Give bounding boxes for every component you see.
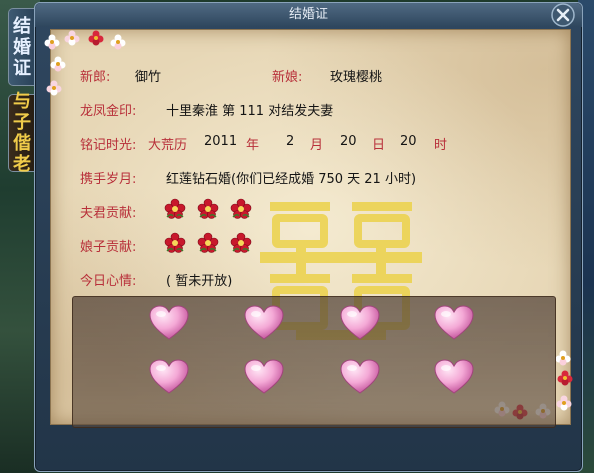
date-hour-unit: 时	[434, 138, 448, 153]
seal-text: 十里秦淮 第 111 对结发夫妻	[166, 104, 334, 119]
red-flower-icon	[197, 198, 219, 220]
date-day: 20	[340, 134, 357, 149]
bride-name: 玫瑰樱桃	[330, 70, 383, 85]
tab-char: 老	[13, 154, 31, 175]
tab-char: 证	[13, 57, 31, 79]
red-flower-icon	[197, 232, 219, 254]
date-hour: 20	[400, 134, 417, 149]
date-year-unit: 年	[246, 138, 260, 153]
tab-char: 与	[13, 91, 31, 112]
flower-decoration-icon	[88, 30, 104, 46]
tab-char: 子	[13, 112, 31, 133]
heart-icon[interactable]	[244, 305, 284, 341]
groom-label: 新郎:	[80, 70, 111, 85]
heart-icon[interactable]	[434, 359, 474, 395]
heart-icon[interactable]	[149, 305, 189, 341]
tab-char: 偕	[13, 133, 31, 154]
tab-char: 婚	[13, 36, 31, 58]
date-label: 铭记时光:	[80, 138, 137, 153]
date-era: 大荒历	[148, 138, 188, 153]
date-year: 2011	[204, 134, 238, 149]
window-title: 结婚证	[35, 3, 582, 27]
heart-icon[interactable]	[340, 305, 380, 341]
red-flower-icon	[164, 198, 186, 220]
bride-label: 新娘:	[272, 70, 303, 85]
years-label: 携手岁月:	[80, 172, 137, 187]
heart-icon[interactable]	[149, 359, 189, 395]
years-text: 红莲钻石婚(你们已经成婚 750 天 21 小时)	[166, 172, 417, 187]
close-icon[interactable]	[550, 2, 576, 28]
red-flower-icon	[230, 232, 252, 254]
heart-panel	[72, 296, 556, 428]
flower-decoration-icon	[64, 30, 80, 46]
date-month-unit: 月	[310, 138, 324, 153]
husband-label: 夫君贡献:	[80, 206, 137, 221]
red-flower-icon	[230, 198, 252, 220]
tab-char: 结	[13, 15, 31, 37]
flower-decoration-icon	[44, 34, 60, 50]
flower-decoration-icon	[555, 350, 571, 366]
mood-text: ( 暂未开放)	[166, 274, 233, 289]
flower-decoration-icon	[556, 395, 572, 411]
flower-decoration-icon	[110, 34, 126, 50]
wife-label: 娘子贡献:	[80, 240, 137, 255]
heart-icon[interactable]	[434, 305, 474, 341]
date-month: 2	[286, 134, 295, 149]
flower-decoration-icon	[557, 370, 573, 386]
tab-grow-old-together[interactable]: 与 子 偕 老	[8, 91, 35, 175]
seal-label: 龙凤金印:	[80, 104, 137, 119]
tab-marriage-certificate[interactable]: 结 婚 证	[8, 8, 35, 86]
heart-icon[interactable]	[340, 359, 380, 395]
groom-name: 御竹	[135, 70, 162, 85]
heart-icon[interactable]	[244, 359, 284, 395]
flower-decoration-icon	[50, 56, 66, 72]
flower-decoration-icon	[46, 80, 62, 96]
date-day-unit: 日	[372, 138, 386, 153]
red-flower-icon	[164, 232, 186, 254]
mood-label: 今日心情:	[80, 274, 137, 289]
